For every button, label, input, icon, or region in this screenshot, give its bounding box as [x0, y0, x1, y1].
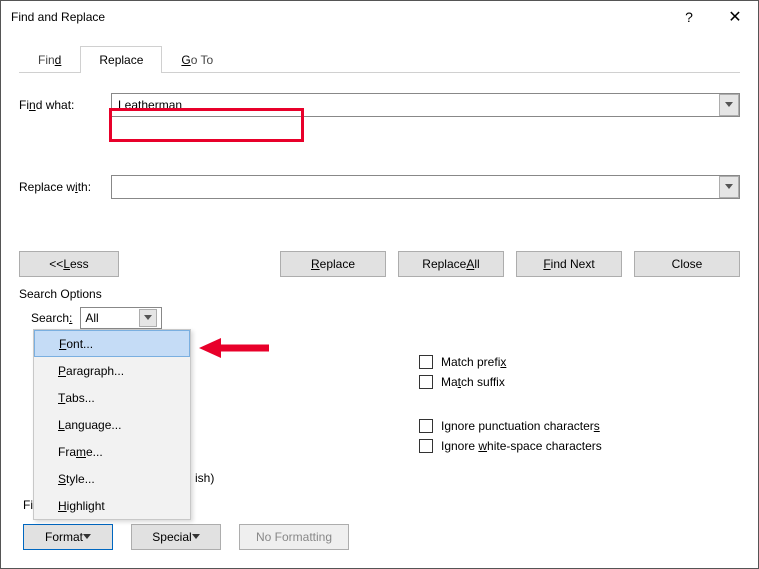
find-next-button[interactable]: Find Next	[516, 251, 622, 277]
find-replace-dialog: Find and Replace ? ✕ Find Replace Go To …	[0, 0, 759, 569]
titlebar: Find and Replace ? ✕	[1, 1, 758, 33]
match-prefix-label: Match prefix	[441, 355, 506, 369]
match-suffix-label: Match suffix	[441, 375, 505, 389]
search-options-legend: Search Options	[19, 287, 740, 301]
find-what-label: Find what:	[19, 98, 111, 112]
format-menu: Font... Paragraph... Tabs... Language...…	[33, 329, 191, 520]
ignore-ws-label: Ignore white-space characters	[441, 439, 602, 453]
replace-with-row: Replace with:	[19, 175, 740, 199]
ignore-punct-checkbox[interactable]: Ignore punctuation characters	[419, 419, 602, 433]
menu-item-style[interactable]: Style...	[34, 465, 190, 492]
sounds-like-checkbox-tail: ish)	[195, 471, 214, 485]
ignore-ws-checkbox[interactable]: Ignore white-space characters	[419, 439, 602, 453]
ignore-punct-label: Ignore punctuation characters	[441, 419, 600, 433]
replace-with-label: Replace with:	[19, 180, 111, 194]
help-button[interactable]: ?	[666, 2, 712, 32]
close-button[interactable]: Close	[634, 251, 740, 277]
dialog-title: Find and Replace	[11, 10, 666, 24]
less-button[interactable]: << Less	[19, 251, 119, 277]
replace-button[interactable]: Replace	[280, 251, 386, 277]
replace-with-combo	[111, 175, 740, 199]
bottom-button-row: Format Special No Formatting	[23, 524, 349, 550]
replace-with-input[interactable]	[111, 175, 740, 199]
special-button[interactable]: Special	[131, 524, 221, 550]
sounds-like-tail: ish)	[195, 471, 214, 485]
checkbox-icon	[419, 439, 433, 453]
search-direction-value: All	[85, 311, 98, 325]
replace-all-button[interactable]: Replace All	[398, 251, 504, 277]
search-direction-label: Search:	[31, 311, 72, 325]
menu-item-tabs[interactable]: Tabs...	[34, 384, 190, 411]
search-options-right: Match prefix Match suffix Ignore punctua…	[419, 349, 602, 459]
match-prefix-checkbox[interactable]: Match prefix	[419, 355, 602, 369]
find-what-row: Find what:	[19, 93, 740, 117]
caret-down-icon	[83, 534, 91, 540]
menu-item-language[interactable]: Language...	[34, 411, 190, 438]
tab-replace[interactable]: Replace	[80, 46, 162, 73]
tabstrip: Find Replace Go To	[19, 43, 740, 73]
replace-with-dropdown[interactable]	[719, 176, 739, 198]
checkbox-icon	[419, 419, 433, 433]
find-what-input[interactable]	[111, 93, 740, 117]
search-direction-select[interactable]: All	[80, 307, 161, 329]
tab-find[interactable]: Find	[19, 46, 80, 73]
find-what-combo	[111, 93, 740, 117]
match-suffix-checkbox[interactable]: Match suffix	[419, 375, 602, 389]
menu-item-paragraph[interactable]: Paragraph...	[34, 357, 190, 384]
checkbox-icon	[419, 375, 433, 389]
close-window-button[interactable]: ✕	[712, 2, 758, 32]
menu-item-highlight[interactable]: Highlight	[34, 492, 190, 519]
checkbox-icon	[419, 355, 433, 369]
caret-down-icon	[192, 534, 200, 540]
menu-item-frame[interactable]: Frame...	[34, 438, 190, 465]
chevron-down-icon	[725, 102, 733, 108]
tab-goto[interactable]: Go To	[162, 46, 232, 73]
search-direction-row: Search: All	[31, 307, 740, 329]
action-button-row: << Less Replace Replace All Find Next Cl…	[19, 251, 740, 277]
chevron-down-icon	[725, 184, 733, 190]
find-what-dropdown[interactable]	[719, 94, 739, 116]
menu-item-font[interactable]: Font...	[34, 330, 190, 357]
no-formatting-button: No Formatting	[239, 524, 349, 550]
format-button[interactable]: Format	[23, 524, 113, 550]
chevron-down-icon	[139, 309, 157, 327]
